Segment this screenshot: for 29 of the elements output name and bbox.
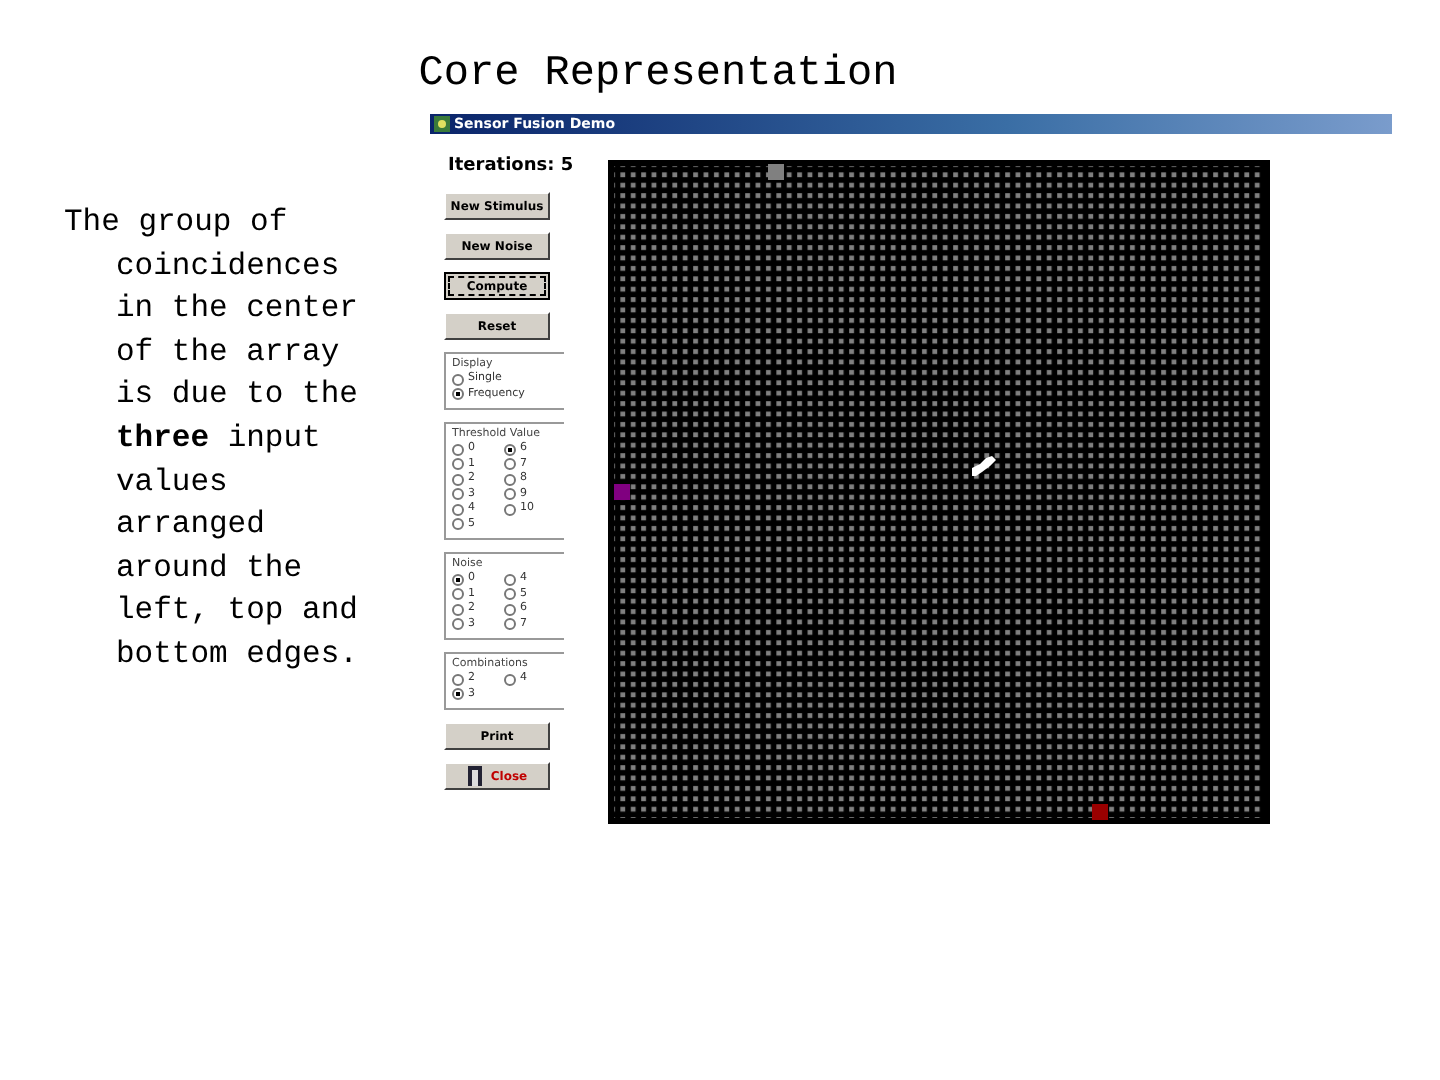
radio-button[interactable]: [452, 473, 464, 486]
slide-title: Core Representation: [416, 52, 900, 98]
radio-button[interactable]: [504, 488, 516, 501]
radio-button[interactable]: [452, 588, 464, 601]
radio-button[interactable]: [504, 588, 516, 601]
radio-button[interactable]: [452, 673, 464, 686]
radio-button[interactable]: [452, 373, 464, 386]
radio-button[interactable]: [452, 603, 464, 616]
radio-button[interactable]: [452, 488, 464, 501]
radio-button[interactable]: [452, 458, 464, 471]
radio-button[interactable]: [504, 458, 516, 471]
radio-button[interactable]: [504, 573, 516, 586]
radio-button[interactable]: [504, 603, 516, 616]
coincidence-cluster-drawing: [970, 454, 998, 478]
radio-button[interactable]: [452, 688, 464, 701]
radio-button[interactable]: [452, 388, 464, 401]
app-icon: [434, 116, 450, 132]
radio-button[interactable]: [504, 443, 516, 456]
radio-button[interactable]: [504, 503, 516, 516]
radio-button[interactable]: [504, 673, 516, 686]
radio-button[interactable]: [504, 473, 516, 486]
radio-button[interactable]: [452, 573, 464, 586]
radio-button[interactable]: [452, 503, 464, 516]
radio-button[interactable]: [504, 618, 516, 631]
door-icon: [466, 766, 485, 786]
radio-button[interactable]: [452, 618, 464, 631]
radio-button[interactable]: [452, 443, 464, 456]
radio-button[interactable]: [452, 518, 464, 531]
caption-text: The group of coincidences in the center of the array is due to the three input values arranged around the left, top and bottom edges.: [64, 202, 360, 676]
